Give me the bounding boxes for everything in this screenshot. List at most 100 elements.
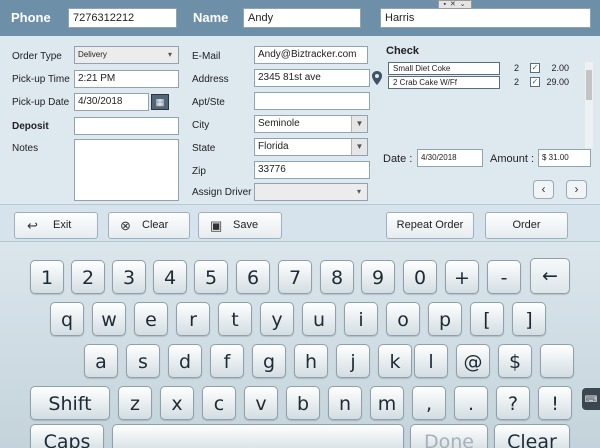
list-item[interactable]: Small Diet Coke 2 ✓ 2.00 bbox=[386, 62, 571, 76]
city-value: Seminole bbox=[258, 118, 300, 129]
deposit-label: Deposit bbox=[12, 121, 49, 132]
key-o[interactable]: o bbox=[386, 302, 420, 336]
key-s[interactable]: s bbox=[126, 344, 160, 378]
item-name: Small Diet Coke bbox=[388, 62, 500, 75]
key-5[interactable]: 5 bbox=[194, 260, 228, 294]
prev-page-button[interactable]: ‹ bbox=[533, 180, 554, 199]
deposit-input[interactable] bbox=[74, 117, 179, 135]
key-e[interactable]: e bbox=[134, 302, 168, 336]
key-g[interactable]: g bbox=[252, 344, 286, 378]
address-input[interactable]: 2345 81st ave bbox=[254, 69, 370, 87]
item-qty: 2 bbox=[514, 77, 520, 87]
key-4[interactable]: 4 bbox=[153, 260, 187, 294]
pickup-time-input[interactable]: 2:21 PM bbox=[74, 70, 179, 88]
email-input[interactable]: Andy@Biztracker.com bbox=[254, 46, 368, 64]
check-date-input[interactable]: 4/30/2018 bbox=[417, 149, 483, 167]
save-button[interactable]: ▣ Save bbox=[198, 212, 282, 239]
calendar-icon[interactable]: ▦ bbox=[151, 94, 169, 110]
notes-label: Notes bbox=[12, 143, 39, 154]
chevron-down-icon: ▼ bbox=[351, 139, 367, 155]
assign-driver-select[interactable]: ▾ bbox=[254, 183, 368, 201]
key-1[interactable]: 1 bbox=[30, 260, 64, 294]
key-clear[interactable]: Clear bbox=[494, 424, 570, 448]
window-controls[interactable]: ▪ ✕ ⌄ bbox=[438, 0, 472, 9]
last-name-input[interactable]: Harris bbox=[380, 8, 591, 28]
pickup-date-label: Pick-up Date bbox=[12, 97, 70, 108]
city-select[interactable]: Seminole ▼ bbox=[254, 115, 368, 133]
check-scrollbar[interactable] bbox=[585, 62, 593, 148]
check-amount-label: Amount : bbox=[490, 153, 535, 165]
key-c[interactable]: c bbox=[202, 386, 236, 420]
key-close-bracket[interactable]: ] bbox=[512, 302, 546, 336]
email-label: E-Mail bbox=[192, 51, 221, 62]
key-exclamation[interactable]: ! bbox=[538, 386, 572, 420]
check-title: Check bbox=[386, 45, 420, 57]
key-blank[interactable] bbox=[540, 344, 574, 378]
key-3[interactable]: 3 bbox=[112, 260, 146, 294]
key-z[interactable]: z bbox=[118, 386, 152, 420]
key-k[interactable]: k bbox=[378, 344, 412, 378]
key-done[interactable]: Done bbox=[410, 424, 488, 448]
pickup-date-input[interactable]: 4/30/2018 bbox=[74, 93, 149, 111]
key-period[interactable]: . bbox=[454, 386, 488, 420]
key-b[interactable]: b bbox=[286, 386, 320, 420]
key-h[interactable]: h bbox=[294, 344, 328, 378]
key-dollar[interactable]: $ bbox=[498, 344, 532, 378]
order-button[interactable]: Order bbox=[485, 212, 568, 239]
key-y[interactable]: y bbox=[260, 302, 294, 336]
exit-button[interactable]: ↩ Exit bbox=[14, 212, 98, 239]
key-x[interactable]: x bbox=[160, 386, 194, 420]
order-type-select[interactable]: Delivery ▾ bbox=[74, 46, 179, 64]
phone-input[interactable]: 7276312212 bbox=[68, 8, 177, 28]
repeat-order-button[interactable]: Repeat Order bbox=[386, 212, 474, 239]
next-page-button[interactable]: › bbox=[566, 180, 587, 199]
key-i[interactable]: i bbox=[344, 302, 378, 336]
check-amount-input[interactable]: $ 31.00 bbox=[538, 149, 591, 167]
apt-input[interactable] bbox=[254, 92, 370, 110]
key-minus[interactable]: - bbox=[487, 260, 521, 294]
key-backspace[interactable]: ← bbox=[530, 258, 570, 294]
zip-input[interactable]: 33776 bbox=[254, 161, 370, 179]
key-question[interactable]: ? bbox=[496, 386, 530, 420]
keyboard-toggle-icon[interactable]: ⌨ bbox=[582, 388, 600, 410]
key-caps[interactable]: Caps bbox=[30, 424, 104, 448]
key-j[interactable]: j bbox=[336, 344, 370, 378]
key-shift[interactable]: Shift bbox=[30, 386, 110, 420]
item-checkbox[interactable]: ✓ bbox=[530, 63, 540, 73]
notes-textarea[interactable] bbox=[74, 139, 179, 201]
key-w[interactable]: w bbox=[92, 302, 126, 336]
key-m[interactable]: m bbox=[370, 386, 404, 420]
item-checkbox[interactable]: ✓ bbox=[530, 77, 540, 87]
list-item[interactable]: 2 Crab Cake W/Ff 2 ✓ 29.00 bbox=[386, 76, 571, 90]
item-name: 2 Crab Cake W/Ff bbox=[388, 76, 500, 89]
key-q[interactable]: q bbox=[50, 302, 84, 336]
key-plus[interactable]: + bbox=[445, 260, 479, 294]
map-pin-icon[interactable] bbox=[372, 71, 382, 85]
key-f[interactable]: f bbox=[210, 344, 244, 378]
key-6[interactable]: 6 bbox=[236, 260, 270, 294]
clear-button[interactable]: ⊗ Clear bbox=[108, 212, 190, 239]
key-open-bracket[interactable]: [ bbox=[470, 302, 504, 336]
key-v[interactable]: v bbox=[244, 386, 278, 420]
key-l[interactable]: l bbox=[414, 344, 448, 378]
key-p[interactable]: p bbox=[428, 302, 462, 336]
key-9[interactable]: 9 bbox=[361, 260, 395, 294]
state-value: Florida bbox=[258, 141, 289, 152]
key-d[interactable]: d bbox=[168, 344, 202, 378]
key-0[interactable]: 0 bbox=[403, 260, 437, 294]
key-at[interactable]: @ bbox=[456, 344, 490, 378]
scrollbar-thumb[interactable] bbox=[586, 70, 592, 100]
key-a[interactable]: a bbox=[84, 344, 118, 378]
key-7[interactable]: 7 bbox=[278, 260, 312, 294]
key-8[interactable]: 8 bbox=[320, 260, 354, 294]
state-select[interactable]: Florida ▼ bbox=[254, 138, 368, 156]
key-space[interactable] bbox=[112, 424, 404, 448]
key-2[interactable]: 2 bbox=[71, 260, 105, 294]
key-u[interactable]: u bbox=[302, 302, 336, 336]
key-r[interactable]: r bbox=[176, 302, 210, 336]
first-name-input[interactable]: Andy bbox=[243, 8, 361, 28]
key-n[interactable]: n bbox=[328, 386, 362, 420]
key-comma[interactable]: , bbox=[412, 386, 446, 420]
chevron-down-icon: ▼ bbox=[351, 116, 367, 132]
key-t[interactable]: t bbox=[218, 302, 252, 336]
